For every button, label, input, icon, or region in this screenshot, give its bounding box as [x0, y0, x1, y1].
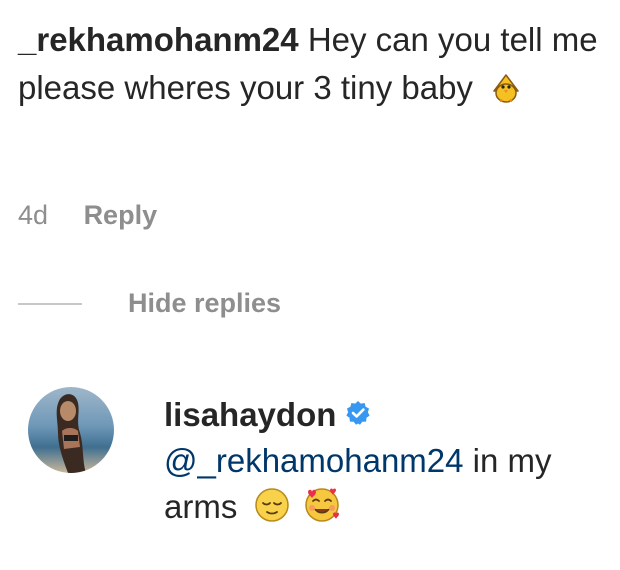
hide-replies-button[interactable]: Hide replies [128, 288, 281, 319]
mention-link[interactable]: @_rekhamohanm24 [164, 442, 464, 479]
reply-comment: lisahaydon @_rekhamohanm24 in my arms [164, 392, 604, 536]
comment-age: 4d [18, 200, 49, 230]
reply-username-label: lisahaydon [164, 396, 337, 433]
divider-line [18, 302, 82, 305]
reply-username[interactable]: lisahaydon [164, 392, 371, 438]
relieved-face-icon [253, 486, 291, 536]
comment-meta: 4d Reply [18, 197, 157, 233]
comment: _rekhamohanm24 Hey can you tell me pleas… [18, 16, 598, 118]
smiling-face-with-hearts-icon [302, 484, 342, 536]
verified-badge-icon [345, 392, 371, 438]
avatar[interactable] [28, 387, 114, 473]
reply-button[interactable]: Reply [84, 200, 158, 230]
hide-replies-row[interactable]: Hide replies [18, 288, 281, 319]
comment-username[interactable]: _rekhamohanm24 [18, 21, 299, 58]
baby-chick-icon [488, 69, 524, 118]
